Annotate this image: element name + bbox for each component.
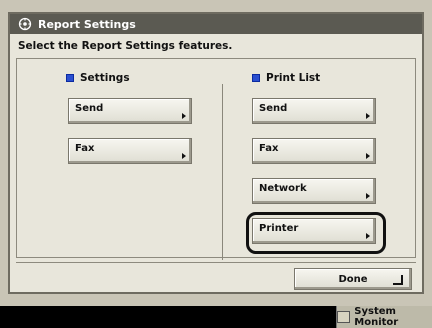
report-settings-dialog: Report Settings Select the Report Settin… (8, 12, 424, 294)
footer-divider (16, 262, 416, 263)
right-arrow-icon (366, 153, 370, 159)
printlist-send-label: Send (259, 103, 288, 114)
right-arrow-icon (182, 153, 186, 159)
done-label: Done (338, 273, 368, 285)
return-arrow-icon (393, 275, 403, 285)
monitor-icon (337, 311, 351, 323)
done-button[interactable]: Done (294, 268, 412, 290)
settings-fax-label: Fax (75, 143, 95, 154)
right-arrow-icon (366, 113, 370, 119)
right-arrow-icon (366, 193, 370, 199)
print-list-label-text: Print List (266, 72, 321, 84)
settings-label-text: Settings (80, 72, 130, 84)
printer-highlight-ring (246, 212, 386, 254)
status-bar: System Monitor (0, 306, 432, 328)
settings-send-label: Send (75, 103, 104, 114)
settings-fax-button[interactable]: Fax (68, 138, 192, 164)
printlist-network-label: Network (259, 183, 307, 194)
system-monitor-label: System Monitor (354, 306, 399, 328)
settings-send-button[interactable]: Send (68, 98, 192, 124)
right-arrow-icon (182, 113, 186, 119)
printlist-send-button[interactable]: Send (252, 98, 376, 124)
printlist-fax-button[interactable]: Fax (252, 138, 376, 164)
dialog-titlebar: Report Settings (10, 14, 422, 34)
printlist-network-button[interactable]: Network (252, 178, 376, 204)
screen-background: Report Settings Select the Report Settin… (0, 0, 432, 306)
settings-icon (18, 17, 32, 31)
dialog-title: Report Settings (38, 17, 136, 31)
blue-bullet-icon (66, 74, 74, 82)
blue-bullet-icon (252, 74, 260, 82)
instruction-text: Select the Report Settings features. (18, 40, 233, 52)
column-divider (222, 84, 223, 260)
settings-section-label: Settings (66, 72, 130, 84)
printlist-fax-label: Fax (259, 143, 279, 154)
system-monitor-button[interactable]: System Monitor (336, 306, 432, 328)
print-list-section-label: Print List (252, 72, 320, 84)
